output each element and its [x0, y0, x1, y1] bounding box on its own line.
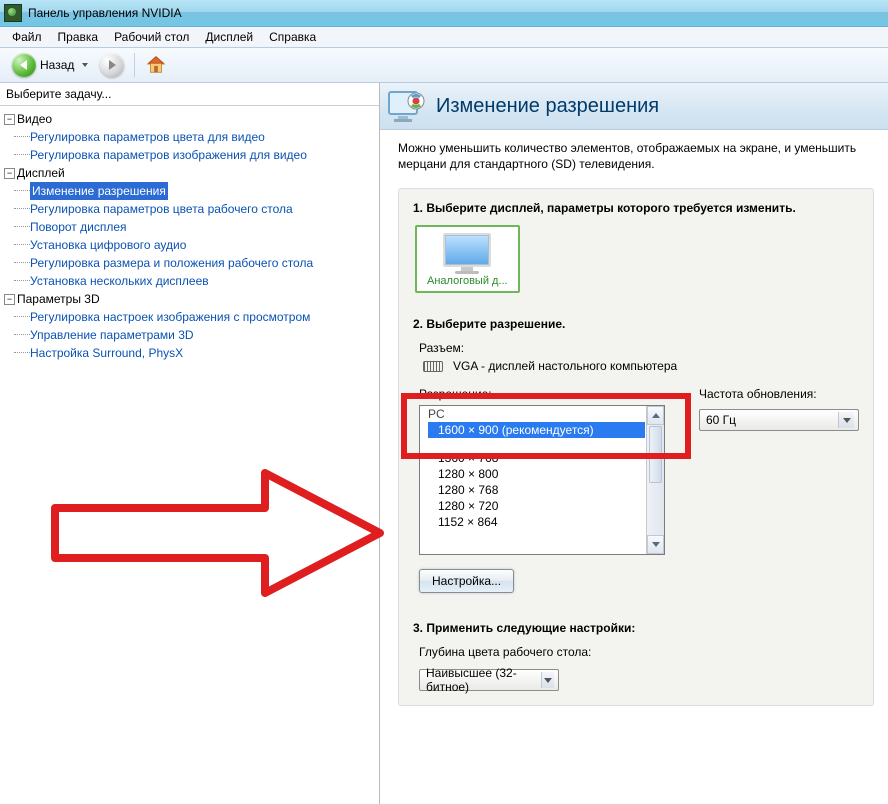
- resolution-item[interactable]: 1280 × 800: [420, 466, 647, 482]
- menu-file[interactable]: Файл: [4, 28, 50, 46]
- app-icon: [4, 4, 22, 22]
- tree-node-video[interactable]: − Видео: [4, 110, 377, 128]
- task-tree-pane: Выберите задачу... − Видео Регулировка п…: [0, 83, 380, 804]
- toolbar: Назад: [0, 48, 888, 83]
- listbox-scrollbar[interactable]: [646, 406, 664, 554]
- scroll-thumb[interactable]: [649, 426, 662, 483]
- menu-edit[interactable]: Правка: [50, 28, 107, 46]
- display-name: Аналоговый д...: [427, 275, 508, 287]
- chevron-down-icon: [838, 412, 854, 428]
- tree-item[interactable]: Регулировка параметров цвета для видео: [4, 128, 377, 146]
- title-bar: Панель управления NVIDIA: [0, 0, 888, 27]
- tree-item[interactable]: Установка цифрового аудио: [4, 236, 377, 254]
- settings-panel: 1. Выберите дисплей, параметры которого …: [398, 188, 874, 706]
- refresh-rate-combo[interactable]: 60 Гц: [699, 409, 859, 431]
- task-tree: − Видео Регулировка параметров цвета для…: [0, 106, 379, 366]
- resolution-listbox[interactable]: PC 1600 × 900 (рекомендуется) 1360 × 768…: [419, 405, 665, 555]
- resolution-item-selected[interactable]: 1600 × 900 (рекомендуется): [428, 422, 645, 438]
- content-pane: Изменение разрешения Можно уменьшить кол…: [380, 83, 888, 804]
- page-title: Изменение разрешения: [436, 95, 659, 118]
- color-depth-combo[interactable]: Наивысшее (32-битное): [419, 669, 559, 691]
- connector-value: VGA - дисплей настольного компьютера: [453, 359, 677, 373]
- tree-node-display[interactable]: − Дисплей: [4, 164, 377, 182]
- back-label: Назад: [40, 58, 74, 72]
- tree-item-selected[interactable]: Изменение разрешения: [4, 182, 377, 200]
- step3-title: 3. Применить следующие настройки:: [413, 621, 859, 635]
- home-icon: [145, 54, 167, 76]
- vga-icon: [423, 361, 443, 372]
- tree-item[interactable]: Поворот дисплея: [4, 218, 377, 236]
- resolution-item[interactable]: 1280 × 768: [420, 482, 647, 498]
- annotation-arrow-icon: [55, 473, 380, 593]
- resolution-group: PC: [420, 406, 647, 422]
- back-arrow-icon: [12, 53, 36, 77]
- forward-arrow-icon: [109, 60, 116, 70]
- resolution-header-icon: [388, 89, 426, 123]
- back-button[interactable]: Назад: [6, 51, 94, 79]
- display-selector-item[interactable]: Аналоговый д...: [415, 225, 520, 293]
- page-header: Изменение разрешения: [380, 83, 888, 130]
- tree-item[interactable]: Управление параметрами 3D: [4, 326, 377, 344]
- refresh-label: Частота обновления:: [699, 387, 859, 401]
- menu-bar: Файл Правка Рабочий стол Дисплей Справка: [0, 27, 888, 48]
- color-depth-label: Глубина цвета рабочего стола:: [419, 645, 859, 659]
- menu-desktop[interactable]: Рабочий стол: [106, 28, 197, 46]
- collapse-icon[interactable]: −: [4, 168, 15, 179]
- forward-button[interactable]: [100, 53, 124, 77]
- task-tree-header: Выберите задачу...: [0, 83, 379, 106]
- collapse-icon[interactable]: −: [4, 114, 15, 125]
- tree-item[interactable]: Регулировка параметров изображения для в…: [4, 146, 377, 164]
- monitor-icon: [443, 233, 491, 273]
- chevron-down-icon: [82, 63, 88, 67]
- toolbar-separator: [134, 53, 135, 77]
- chevron-down-icon: [541, 672, 554, 688]
- refresh-rate-value: 60 Гц: [706, 413, 736, 427]
- tree-item[interactable]: Регулировка параметров цвета рабочего ст…: [4, 200, 377, 218]
- step2-title: 2. Выберите разрешение.: [413, 317, 859, 331]
- tree-node-3d[interactable]: − Параметры 3D: [4, 290, 377, 308]
- tree-item[interactable]: Регулировка размера и положения рабочего…: [4, 254, 377, 272]
- menu-help[interactable]: Справка: [261, 28, 324, 46]
- collapse-icon[interactable]: −: [4, 294, 15, 305]
- color-depth-value: Наивысшее (32-битное): [426, 666, 535, 694]
- customize-button[interactable]: Настройка...: [419, 569, 514, 593]
- tree-item[interactable]: Регулировка настроек изображения с просм…: [4, 308, 377, 326]
- menu-display[interactable]: Дисплей: [197, 28, 261, 46]
- resolution-item[interactable]: 1360 × 768: [420, 450, 647, 466]
- resolution-item[interactable]: 1280 × 720: [420, 498, 647, 514]
- step1-title: 1. Выберите дисплей, параметры которого …: [413, 201, 859, 215]
- tree-item[interactable]: Настройка Surround, PhysX: [4, 344, 377, 362]
- window-title: Панель управления NVIDIA: [28, 6, 182, 20]
- resolution-item[interactable]: 1152 × 864: [420, 514, 647, 530]
- scroll-down-button[interactable]: [647, 535, 664, 554]
- page-intro: Можно уменьшить количество элементов, от…: [398, 140, 874, 172]
- resolution-label: Разрешение:: [419, 387, 665, 401]
- tree-item[interactable]: Установка нескольких дисплеев: [4, 272, 377, 290]
- home-button[interactable]: [145, 54, 167, 76]
- connector-label: Разъем:: [419, 341, 859, 355]
- scroll-up-button[interactable]: [647, 406, 664, 425]
